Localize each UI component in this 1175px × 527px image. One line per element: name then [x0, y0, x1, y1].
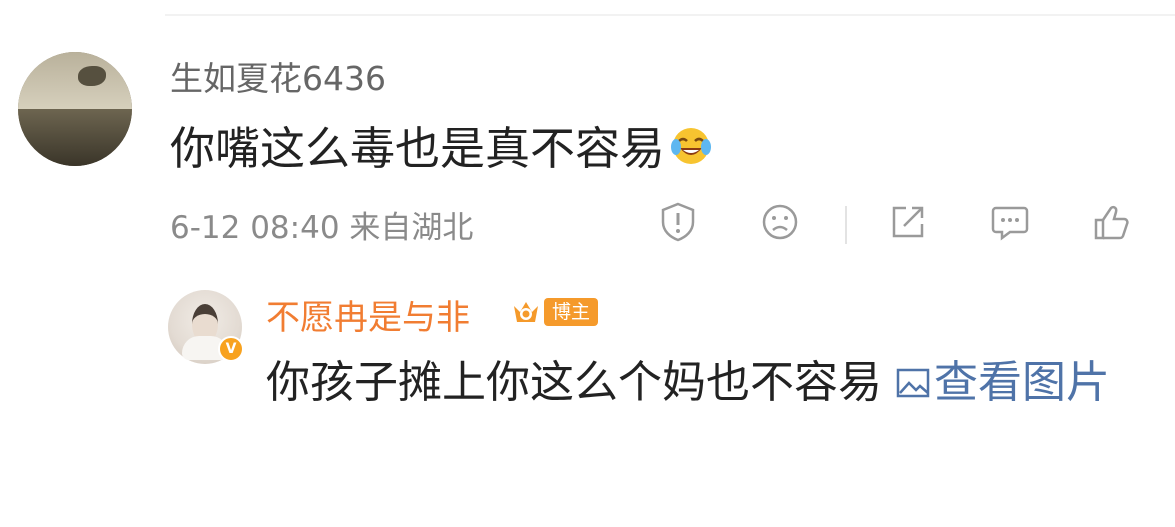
comment-username[interactable]: 生如夏花6436 [170, 52, 386, 100]
comment-meta: 6-12 08:40 来自湖北 [170, 210, 474, 246]
laughing-tears-icon [669, 123, 713, 167]
image-icon[interactable] [896, 352, 930, 398]
crown-icon [510, 296, 550, 328]
share-icon[interactable] [886, 200, 930, 244]
reply-body: 你孩子摊上你这么个妈也不容易 [266, 357, 882, 408]
comment-body: 你嘴这么毒也是真不容易 [170, 122, 666, 175]
comment-icon[interactable] [988, 200, 1032, 244]
like-icon[interactable] [1090, 200, 1134, 244]
dislike-icon[interactable] [758, 200, 802, 244]
avatar-land [18, 109, 132, 166]
avatar[interactable] [18, 52, 132, 166]
avatar-sky [18, 52, 132, 115]
divider [165, 14, 1175, 16]
report-icon[interactable] [656, 200, 700, 244]
view-image-link[interactable]: 查看图片 [934, 357, 1110, 408]
action-separator [845, 206, 847, 244]
comment-thread: 生如夏花6436 你嘴这么毒也是真不容易 6-12 08:40 来自湖北 V 不… [0, 0, 1175, 527]
comment-text: 你嘴这么毒也是真不容易 [170, 112, 713, 177]
author-badge-label: 博主 [544, 298, 599, 326]
reply-username[interactable]: 不愿冉是与非 [266, 290, 470, 339]
verified-badge: V [218, 336, 244, 362]
author-badge: 博主 [510, 296, 599, 328]
avatar-mark [78, 66, 106, 86]
reply-text: 你孩子摊上你这么个妈也不容易 查看图片 [266, 350, 1156, 416]
